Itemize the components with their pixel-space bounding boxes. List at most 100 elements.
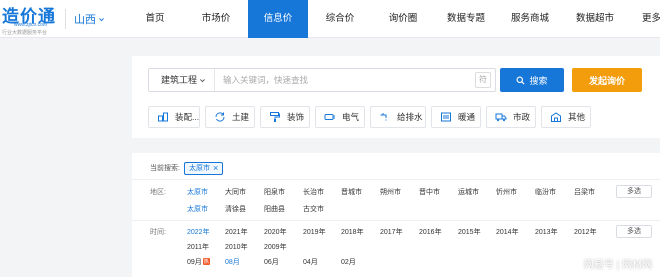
region-option[interactable]: 长治市 (303, 187, 324, 197)
faucet-icon (379, 111, 391, 123)
category-button-label: 暖通 (458, 112, 476, 122)
region-option[interactable]: 临汾市 (535, 187, 556, 197)
category-button-label: 装饰 (287, 112, 305, 122)
building-blocks-icon (157, 111, 169, 123)
year-option[interactable]: 2012年 (574, 227, 597, 237)
nav-item-market-price[interactable]: 市场价 (184, 0, 248, 38)
month-option[interactable]: 08月 (225, 257, 240, 267)
main-nav: 首页 市场价 信息价 综合价 询价圈 数据专题 服务商城 数据超市 更多 (126, 0, 660, 38)
region-option[interactable]: 晋中市 (419, 187, 440, 197)
search-button-label: 搜索 (529, 75, 548, 86)
hot-badge: 热 (202, 258, 210, 265)
category-buttons: 装配... 土建 装饰 电气 给排水 暖通 市政 其他 (148, 106, 591, 128)
region-option[interactable]: 吕梁市 (574, 187, 595, 197)
chevron-down-icon (99, 17, 104, 21)
month-option[interactable]: 06月 (264, 257, 279, 267)
search-icon (516, 75, 526, 85)
region-option[interactable]: 阳泉市 (264, 187, 285, 197)
district-option[interactable]: 古交市 (303, 204, 324, 214)
search-panel: 建筑工程 符 搜索 发起询价 装配... 土建 装饰 电气 给排水 (132, 56, 660, 138)
filter-panel: 当前搜索: 太原市 × 地区: 太原市 大同市 阳泉市 长治市 晋城市 朔州市 … (132, 153, 660, 277)
nav-item-info-price[interactable]: 信息价 (248, 0, 308, 38)
category-button-civil[interactable]: 土建 (205, 106, 255, 128)
region-option[interactable]: 忻州市 (496, 187, 517, 197)
city-selector[interactable]: 山西 (74, 11, 105, 27)
search-input[interactable] (223, 71, 463, 89)
logo-divider (65, 9, 66, 29)
time-multi-select-button[interactable]: 多选 (616, 225, 652, 238)
year-option[interactable]: 2020年 (264, 227, 287, 237)
chevron-down-icon (200, 79, 205, 83)
category-button-label: 装配... (175, 112, 200, 122)
nav-item-service-mall[interactable]: 服务商城 (498, 0, 562, 38)
current-search-tag[interactable]: 太原市 × (183, 161, 224, 175)
year-option[interactable]: 2015年 (458, 227, 481, 237)
city-label: 山西 (74, 14, 96, 26)
current-search-row: 当前搜索: 太原市 × (150, 161, 224, 175)
year-option[interactable]: 2017年 (380, 227, 403, 237)
hvac-icon (440, 111, 452, 123)
region-option[interactable]: 大同市 (225, 187, 246, 197)
current-search-label: 当前搜索: (150, 165, 180, 172)
region-multi-select-button[interactable]: 多选 (616, 185, 652, 198)
region-option[interactable]: 朔州市 (380, 187, 401, 197)
current-search-tag-label: 太原市 (188, 165, 210, 172)
divider (132, 220, 660, 221)
category-button-plumbing[interactable]: 给排水 (370, 106, 426, 128)
district-option[interactable]: 清徐县 (225, 204, 246, 214)
site-logo[interactable]: 造价通 www.zjtcn.com 行业大数据服务平台 (2, 2, 64, 36)
year-option[interactable]: 2011年 (187, 242, 209, 252)
logo-url: www.zjtcn.com (14, 22, 48, 28)
category-button-municipal[interactable]: 市政 (486, 106, 536, 128)
month-option[interactable]: 02月 (341, 257, 356, 267)
category-button-prefab[interactable]: 装配... (148, 106, 200, 128)
logo-slogan: 行业大数据服务平台 (2, 30, 48, 36)
category-button-label: 给排水 (397, 112, 423, 122)
refresh-tools-icon (214, 111, 226, 123)
category-button-label: 市政 (513, 112, 531, 122)
truck-icon (495, 111, 507, 123)
region-label: 地区: (150, 189, 166, 196)
region-option[interactable]: 太原市 (187, 187, 208, 197)
category-button-label: 电气 (342, 112, 360, 122)
warehouse-icon (550, 111, 562, 123)
year-option[interactable]: 2021年 (225, 227, 248, 237)
month-option[interactable]: 09月热 (187, 257, 210, 267)
nav-item-more[interactable]: 更多 (628, 0, 660, 38)
category-button-label: 土建 (232, 112, 250, 122)
start-inquiry-button[interactable]: 发起询价 (572, 68, 642, 92)
cable-icon (324, 111, 336, 123)
special-char-button[interactable]: 符 (475, 72, 491, 88)
district-option[interactable]: 阳曲县 (264, 204, 285, 214)
category-button-label: 其他 (568, 112, 586, 122)
nav-item-home[interactable]: 首页 (126, 0, 184, 38)
year-option[interactable]: 2018年 (341, 227, 364, 237)
search-button[interactable]: 搜索 (500, 68, 564, 92)
category-dropdown-value: 建筑工程 (161, 75, 198, 85)
category-button-hvac[interactable]: 暖通 (431, 106, 481, 128)
close-icon[interactable]: × (213, 163, 218, 173)
category-dropdown[interactable]: 建筑工程 (149, 69, 215, 91)
top-navigation-bar: 造价通 www.zjtcn.com 行业大数据服务平台 山西 首页 市场价 信息… (0, 0, 660, 38)
month-option[interactable]: 04月 (303, 257, 318, 267)
year-option[interactable]: 2009年 (264, 242, 287, 252)
category-button-other[interactable]: 其他 (541, 106, 591, 128)
nav-item-composite-price[interactable]: 综合价 (308, 0, 372, 38)
year-option[interactable]: 2019年 (303, 227, 326, 237)
category-button-decoration[interactable]: 装饰 (260, 106, 310, 128)
nav-item-data-topics[interactable]: 数据专题 (434, 0, 498, 38)
region-option[interactable]: 晋城市 (341, 187, 362, 197)
search-box: 建筑工程 符 (148, 68, 496, 92)
district-option[interactable]: 太原市 (187, 204, 208, 214)
watermark: 网易号 | 网材网 (583, 260, 652, 271)
year-option[interactable]: 2013年 (535, 227, 558, 237)
year-option[interactable]: 2014年 (496, 227, 519, 237)
paint-roller-icon (269, 111, 281, 123)
year-option[interactable]: 2016年 (419, 227, 442, 237)
year-option[interactable]: 2010年 (225, 242, 248, 252)
region-option[interactable]: 运城市 (458, 187, 479, 197)
nav-item-inquiry-circle[interactable]: 询价圈 (372, 0, 434, 38)
category-button-electrical[interactable]: 电气 (315, 106, 365, 128)
nav-item-data-market[interactable]: 数据超市 (562, 0, 628, 38)
year-option[interactable]: 2022年 (187, 227, 210, 237)
